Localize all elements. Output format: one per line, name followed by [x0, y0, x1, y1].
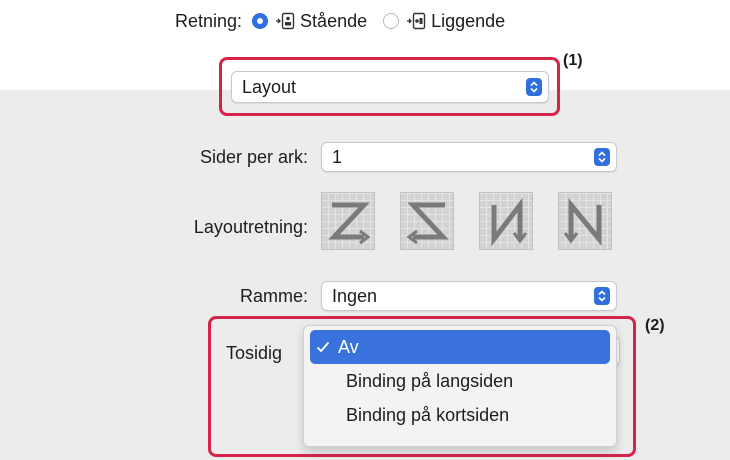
layout-direction-n[interactable]: [558, 192, 612, 250]
checkmark-icon: [316, 337, 338, 358]
landscape-icon: [405, 12, 427, 30]
menu-item-label: Binding på langsiden: [346, 370, 514, 391]
pages-per-sheet-popup[interactable]: 1: [321, 142, 617, 172]
border-label: Ramme:: [239, 286, 308, 306]
chevron-updown-icon: [526, 78, 542, 96]
chevron-updown-icon: [594, 287, 610, 305]
two-sided-label: Tosidig: [226, 343, 283, 363]
menu-item-short-edge[interactable]: Binding på kortsiden: [304, 398, 616, 432]
chevron-updown-icon: [594, 148, 610, 166]
callout-1: (1): [563, 52, 583, 69]
menu-item-label: Av: [338, 336, 359, 357]
layout-direction-z[interactable]: [321, 192, 375, 250]
border-value: Ingen: [332, 285, 378, 306]
portrait-icon: [274, 12, 296, 30]
pages-per-sheet-label: Sider per ark:: [199, 147, 308, 167]
section-popup-value: Layout: [242, 76, 297, 97]
layout-direction-n-reverse[interactable]: [479, 192, 533, 250]
pages-per-sheet-value: 1: [332, 146, 343, 167]
landscape-label[interactable]: Liggende: [431, 11, 505, 32]
portrait-label[interactable]: Stående: [300, 11, 367, 32]
layout-direction-label: Layoutretning:: [193, 217, 308, 237]
section-popup[interactable]: Layout: [231, 71, 549, 103]
menu-item-long-edge[interactable]: Binding på langsiden: [304, 364, 616, 398]
two-sided-menu: Av Binding på langsiden Binding på korts…: [303, 325, 617, 447]
layout-direction-reverse-z[interactable]: [400, 192, 454, 250]
portrait-radio[interactable]: [252, 13, 269, 29]
orientation-label: Retning:: [175, 10, 243, 31]
orientation-row: Retning: Stående Liggende: [175, 8, 505, 34]
menu-item-off[interactable]: Av: [310, 330, 610, 364]
callout-2: (2): [645, 317, 665, 334]
menu-item-label: Binding på kortsiden: [346, 404, 510, 425]
landscape-radio[interactable]: [383, 13, 400, 29]
border-popup[interactable]: Ingen: [321, 281, 617, 311]
